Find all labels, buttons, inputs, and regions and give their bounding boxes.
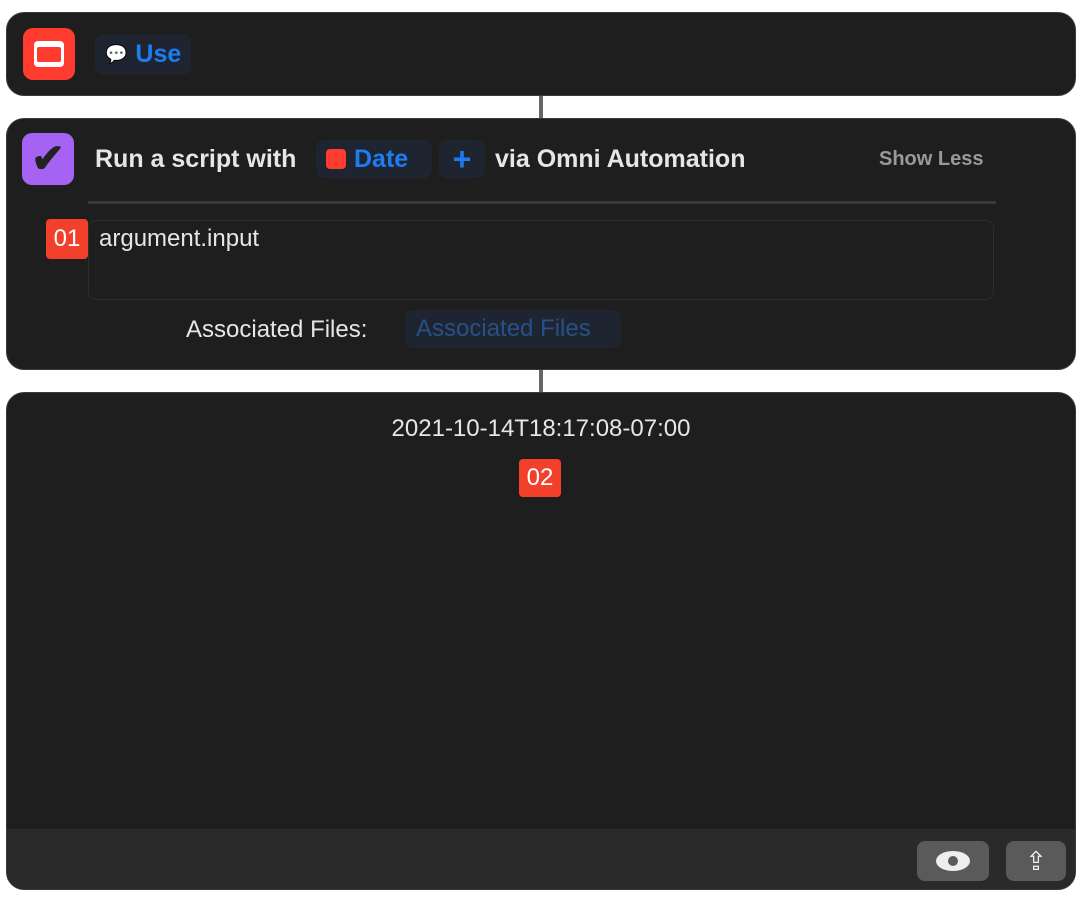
- share-icon: ⇪: [1025, 845, 1047, 876]
- calendar-icon: [23, 28, 75, 80]
- run-script-action-card: ✔ Run a script with Date + via Omni Auto…: [6, 118, 1076, 370]
- associated-files-label: Associated Files:: [186, 316, 368, 343]
- calendar-icon: [326, 149, 346, 169]
- connector: [539, 96, 543, 118]
- add-parameter-button[interactable]: +: [439, 140, 485, 178]
- show-less-button[interactable]: Show Less: [879, 148, 983, 171]
- eye-icon: [936, 851, 970, 871]
- omnifocus-check-icon: ✔: [22, 133, 74, 185]
- result-text[interactable]: 2021-10-14T18:17:08-07:00: [7, 415, 1075, 443]
- share-button[interactable]: ⇪: [1006, 841, 1066, 881]
- message-bubble-icon: 💬: [105, 43, 128, 64]
- use-action-card: 💬 Use: [6, 12, 1076, 96]
- script-editor[interactable]: argument.input: [88, 220, 994, 300]
- action-title: Run a script with: [95, 145, 297, 173]
- date-token[interactable]: Date: [316, 140, 432, 178]
- use-variable-token[interactable]: 💬 Use: [95, 34, 192, 74]
- divider: [88, 201, 996, 204]
- badge-02: 02: [519, 459, 561, 497]
- badge-01: 01: [46, 219, 88, 259]
- action-suffix: via Omni Automation: [495, 145, 746, 173]
- associated-files-field[interactable]: Associated Files: [405, 310, 621, 348]
- connector: [539, 370, 543, 392]
- preview-button[interactable]: [917, 841, 989, 881]
- footer-bar: [7, 829, 1075, 889]
